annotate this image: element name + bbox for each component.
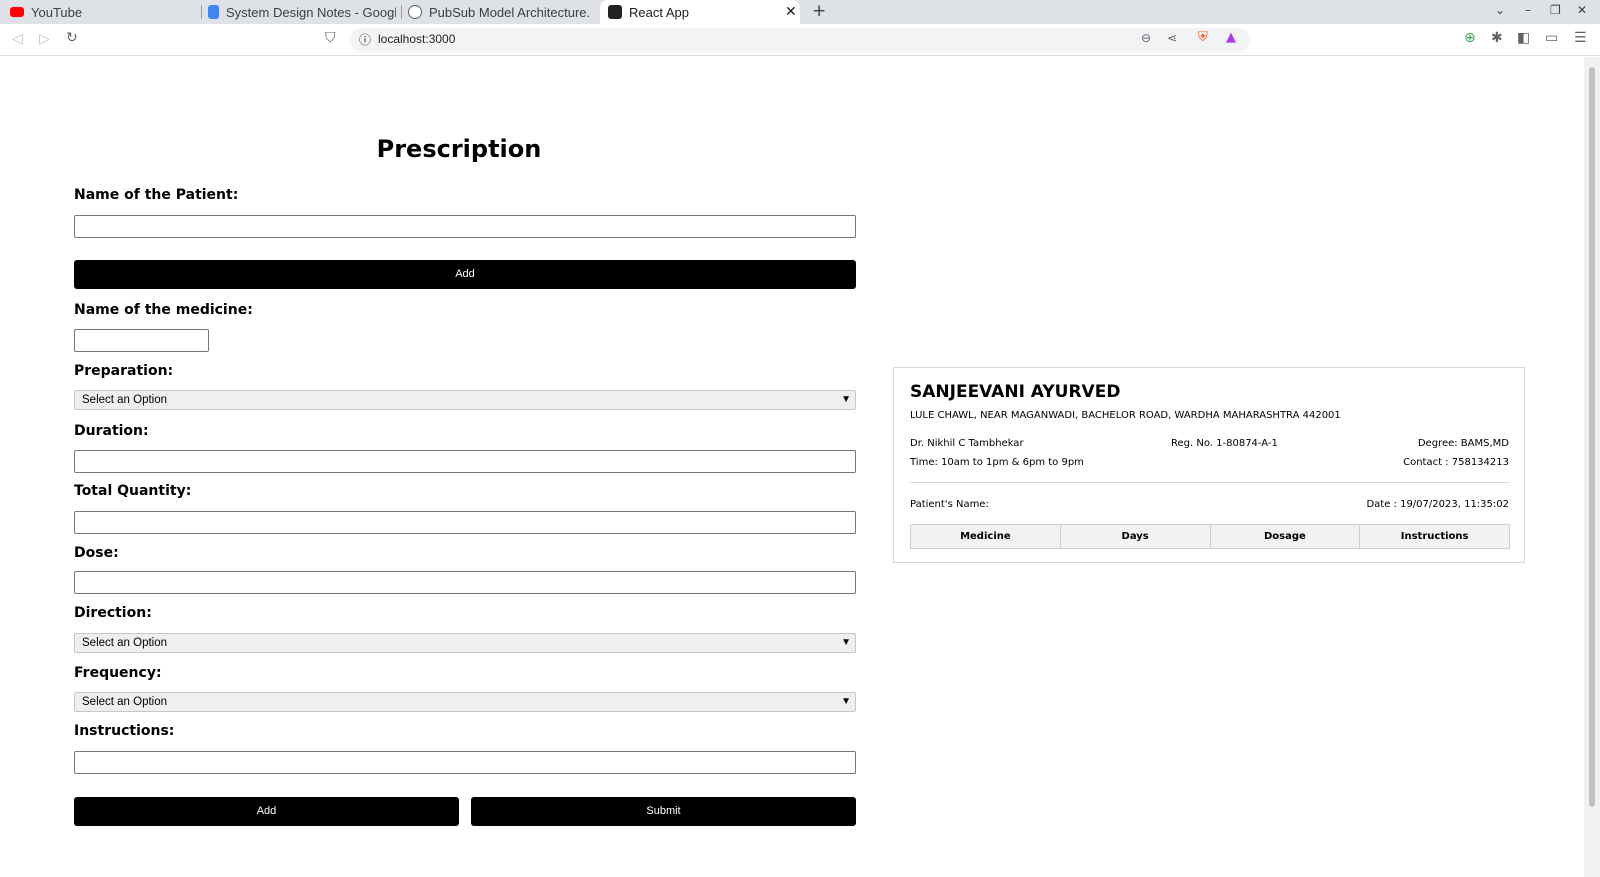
- tab-system-design-notes[interactable]: System Design Notes - Google: [208, 0, 396, 24]
- youtube-icon: [10, 7, 24, 17]
- clinic-address: LULE CHAWL, NEAR MAGANWADI, BACHELOR ROA…: [910, 410, 1341, 421]
- new-tab-icon[interactable]: +: [812, 1, 826, 21]
- address-bar[interactable]: ⓘ localhost:3000 ⊖ ⋖ ⛨ ▲: [350, 28, 1250, 52]
- direction-label: Direction:: [74, 605, 152, 621]
- prescription-card: SANJEEVANI AYURVED LULE CHAWL, NEAR MAGA…: [893, 367, 1525, 563]
- tab-title: System Design Notes - Google: [226, 4, 396, 20]
- duration-label: Duration:: [74, 423, 149, 439]
- url-text: localhost:3000: [378, 32, 456, 46]
- page-content: Prescription Name of the Patient: Add Na…: [0, 57, 1584, 877]
- scrollbar-thumb[interactable]: [1589, 67, 1595, 807]
- tab-bar: YouTube System Design Notes - Google Pub…: [0, 0, 1600, 24]
- tab-youtube[interactable]: YouTube: [10, 0, 195, 24]
- medicine-name-label: Name of the medicine:: [74, 302, 253, 318]
- table-header-medicine: Medicine: [910, 524, 1061, 549]
- dose-label: Dose:: [74, 545, 119, 561]
- table-header-days: Days: [1059, 524, 1211, 549]
- preparation-selected: Select an Option: [82, 394, 168, 406]
- table-header-instructions: Instructions: [1359, 524, 1510, 549]
- submit-button[interactable]: Submit: [471, 797, 856, 826]
- share-icon[interactable]: ⋖: [1167, 31, 1177, 45]
- close-icon[interactable]: ✕: [785, 3, 797, 20]
- registration-number: Reg. No. 1-80874-A-1: [1171, 438, 1278, 449]
- tab-react-app[interactable]: React App ✕: [600, 0, 800, 24]
- doctor-name: Dr. Nikhil C Tambhekar: [910, 438, 1024, 449]
- reload-icon[interactable]: ↻: [66, 30, 78, 46]
- divider: [910, 482, 1510, 483]
- menu-icon[interactable]: ☰: [1574, 30, 1587, 46]
- info-icon[interactable]: ⓘ: [359, 31, 371, 48]
- instructions-label: Instructions:: [74, 723, 175, 739]
- prescription-date: Date : 19/07/2023, 11:35:02: [1366, 499, 1509, 510]
- frequency-select[interactable]: Select an Option ▼: [74, 692, 856, 712]
- chatgpt-icon: [408, 5, 422, 19]
- minimize-icon[interactable]: –: [1525, 3, 1531, 17]
- sidebar-icon[interactable]: ◧: [1517, 30, 1530, 46]
- tab-title: React App: [629, 4, 689, 20]
- chevron-down-icon: ▼: [841, 637, 851, 648]
- vpn-icon[interactable]: ⊕: [1464, 30, 1476, 46]
- forward-icon[interactable]: ▷: [39, 31, 50, 47]
- direction-selected: Select an Option: [82, 637, 168, 649]
- chevron-down-icon: ▼: [841, 696, 851, 707]
- tab-title: PubSub Model Architecture.: [429, 4, 591, 20]
- frequency-selected: Select an Option: [82, 696, 168, 708]
- frequency-label: Frequency:: [74, 665, 162, 681]
- patient-name-input[interactable]: [74, 215, 856, 238]
- bookmark-icon[interactable]: ⛉: [325, 30, 336, 46]
- instructions-input[interactable]: [74, 751, 856, 774]
- clinic-name: SANJEEVANI AYURVED: [910, 382, 1121, 402]
- total-quantity-input[interactable]: [74, 511, 856, 534]
- dose-input[interactable]: [74, 571, 856, 594]
- clinic-timing: Time: 10am to 1pm & 6pm to 9pm: [910, 457, 1084, 468]
- wallet-icon[interactable]: ▭: [1545, 30, 1558, 46]
- brave-shield-icon[interactable]: ⛨: [1198, 30, 1208, 45]
- doctor-degree: Degree: BAMS,MD: [1417, 438, 1509, 449]
- patient-name-display-label: Patient's Name:: [910, 499, 989, 510]
- tab-pubsub[interactable]: PubSub Model Architecture.: [408, 0, 591, 24]
- medicine-table: Medicine Days Dosage Instructions: [910, 524, 1510, 549]
- direction-select[interactable]: Select an Option ▼: [74, 633, 856, 653]
- extensions-icon[interactable]: ✱: [1491, 30, 1503, 46]
- brave-rewards-icon[interactable]: ▲: [1226, 30, 1236, 45]
- react-icon: [608, 5, 622, 19]
- add-button[interactable]: Add: [74, 797, 459, 826]
- tab-title: YouTube: [31, 4, 83, 20]
- patient-name-label: Name of the Patient:: [74, 187, 239, 203]
- chevron-down-icon: ▼: [841, 394, 851, 405]
- docs-icon: [208, 5, 219, 19]
- page-scrollbar[interactable]: [1584, 57, 1600, 877]
- preparation-select[interactable]: Select an Option ▼: [74, 390, 856, 410]
- toolbar: ◁ ▷ ↻ ⛉ ⓘ localhost:3000 ⊖ ⋖ ⛨ ▲ ⊕ ✱ ◧ ▭…: [0, 24, 1600, 56]
- zoom-icon[interactable]: ⊖: [1141, 31, 1151, 45]
- duration-input[interactable]: [74, 450, 856, 473]
- tab-search-icon[interactable]: ⌄: [1495, 3, 1505, 17]
- back-icon[interactable]: ◁: [12, 31, 23, 47]
- restore-icon[interactable]: ❐: [1550, 3, 1561, 17]
- add-patient-button[interactable]: Add: [74, 260, 856, 289]
- table-header-dosage: Dosage: [1209, 524, 1361, 549]
- clinic-contact: Contact : 758134213: [1403, 457, 1509, 468]
- close-window-icon[interactable]: ✕: [1577, 3, 1587, 17]
- preparation-label: Preparation:: [74, 363, 174, 379]
- page-title: Prescription: [376, 135, 542, 163]
- total-quantity-label: Total Quantity:: [74, 483, 192, 499]
- table-header-row: Medicine Days Dosage Instructions: [910, 524, 1510, 549]
- medicine-name-input[interactable]: [74, 329, 209, 352]
